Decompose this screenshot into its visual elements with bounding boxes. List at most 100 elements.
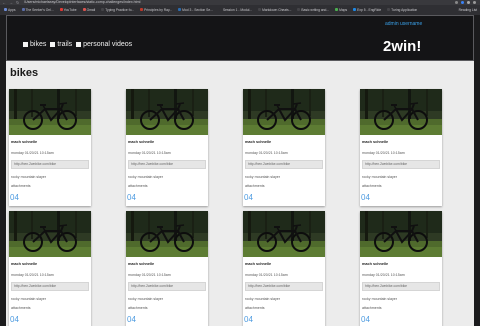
bookmark-icon [140,8,144,11]
card-link-field[interactable]: http://ben.2wnbike.com/bike [128,282,206,291]
card-number[interactable]: 04 [10,193,19,202]
card-title: mach schnelle [128,140,155,144]
card-number[interactable]: 04 [127,193,136,202]
bookmark-item[interactable]: Apps [4,8,16,12]
card-location: rocky mountain slayer [362,175,397,179]
bike-photo[interactable] [360,211,442,257]
card-number[interactable]: 04 [361,315,370,324]
card-title: mach schnelle [362,140,389,144]
bookmark-icon [21,8,25,11]
section-title: bikes [10,67,39,79]
bookmark-label: Maps [339,7,348,12]
bike-card[interactable]: mach schnelle monday 01/20/21 10:15am ht… [243,89,325,206]
bookmark-icon [59,8,63,11]
bookmark-item[interactable]: YouTube [59,8,77,12]
bookmark-item[interactable]: Basic writing and... [297,8,329,12]
card-title: mach schnelle [11,140,38,144]
card-link-field[interactable]: http://ben.2wnbike.com/bike [11,282,89,291]
card-attachments[interactable]: attachments [11,306,31,310]
profile-icon[interactable] [467,1,470,4]
bike-card[interactable]: mach schnelle monday 01/20/21 10:15am ht… [9,211,91,326]
nav-item-trails[interactable]: trails [50,41,72,48]
bookmark-item[interactable]: Mod 3 - Section Se... [178,8,213,12]
bookmark-item[interactable]: Session 1 - Modul... [218,8,252,12]
bike-card[interactable]: mach schnelle monday 01/20/21 10:15am ht… [126,89,208,206]
card-date: monday 01/20/21 10:15am [128,151,171,155]
account-link[interactable]: admin username [385,21,422,27]
card-attachments[interactable]: attachments [245,184,265,188]
bookmark-item[interactable]: Maps [335,8,347,12]
bike-photo[interactable] [9,211,91,257]
nav-label: trails [57,41,73,48]
bookmark-icon [4,8,7,11]
card-attachments[interactable]: attachments [11,184,31,188]
card-link-field[interactable]: http://ben.2wnbike.com/bike [11,160,89,169]
card-link-field[interactable]: http://ben.2wnbike.com/bike [362,282,440,291]
card-attachments[interactable]: attachments [245,306,265,310]
extension-icon[interactable] [461,1,464,4]
bike-photo[interactable] [126,89,208,135]
bookmarks-bar: Apps The Seeker's Onl... YouTube Gmail Typin… [0,6,480,13]
card-number[interactable]: 04 [244,193,253,202]
card-attachments[interactable]: attachments [128,184,148,188]
page: bikes trails personal videos admin usern… [6,15,474,326]
bookmark-label: Exp 5 - EngRide [357,7,382,12]
bookmark-item[interactable]: Gmail [82,8,95,12]
reload-icon[interactable]: ↻ [16,0,19,5]
card-link-field[interactable]: http://ben.2wnbike.com/bike [245,160,323,169]
card-date: monday 01/20/21 10:15am [11,273,54,277]
card-number[interactable]: 04 [361,193,370,202]
card-title: mach schnelle [11,262,38,266]
extension-icon[interactable] [455,1,458,4]
back-icon[interactable]: ← [2,0,6,5]
card-link-field[interactable]: http://ben.2wnbike.com/bike [362,160,440,169]
card-link-field[interactable]: http://ben.2wnbike.com/bike [245,282,323,291]
card-number[interactable]: 04 [244,315,253,324]
forward-icon[interactable]: → [9,0,13,5]
card-title: mach schnelle [245,140,272,144]
bookmark-label: Basic writing and... [301,7,330,12]
bike-photo[interactable] [243,89,325,135]
bookmark-label: The Seeker's Onl... [25,7,54,12]
card-attachments[interactable]: attachments [128,306,148,310]
bookmark-item[interactable]: The Seeker's Onl... [21,7,54,12]
extension-icons [455,0,476,5]
card-number[interactable]: 04 [10,315,19,324]
scrollbar[interactable] [474,15,480,326]
site-logo[interactable]: 2win! [383,38,421,55]
reading-list-button[interactable]: Reading List [459,6,477,13]
card-date: monday 01/20/21 10:15am [245,273,288,277]
address-bar: ← → ↻ /Users/michaelseay/DevelopInterfac… [0,0,480,5]
bike-card[interactable]: mach schnelle monday 01/20/21 10:15am ht… [360,89,442,206]
bookmark-label: Markdown Cheats... [262,7,292,12]
card-location: rocky mountain slayer [362,297,397,301]
bookmark-icon [335,8,339,11]
bookmark-icon [178,8,182,11]
bike-photo[interactable] [126,211,208,257]
card-number[interactable]: 04 [127,315,136,324]
nav-item-personal-videos[interactable]: personal videos [76,41,132,48]
bookmark-label: Mod 3 - Section Se... [182,7,213,12]
bookmark-item[interactable]: Typing Practice fo... [101,8,134,12]
bookmark-label: Typing Practice fo... [105,7,135,12]
menu-icon[interactable] [473,1,476,4]
url-field[interactable]: /Users/michaelseay/DevelopInterfaces/sta… [24,0,434,5]
bike-photo[interactable] [360,89,442,135]
bookmark-icon [258,8,262,11]
bookmark-item[interactable]: Exp 5 - EngRide [353,8,381,12]
bookmark-item[interactable]: Markdown Cheats... [258,8,291,12]
bike-photo[interactable] [243,211,325,257]
bike-card[interactable]: mach schnelle monday 01/20/21 10:15am ht… [126,211,208,326]
bookmark-item[interactable]: Principles by Ray... [140,8,172,12]
card-link-field[interactable]: http://ben.2wnbike.com/bike [128,160,206,169]
card-attachments[interactable]: attachments [362,306,382,310]
bookmark-item[interactable]: Turing Application [387,8,417,12]
card-title: mach schnelle [128,262,155,266]
card-attachments[interactable]: attachments [362,184,382,188]
nav-item-bikes[interactable]: bikes [23,41,46,48]
bike-card[interactable]: mach schnelle monday 01/20/21 10:15am ht… [9,89,91,206]
bike-card[interactable]: mach schnelle monday 01/20/21 10:15am ht… [243,211,325,326]
bike-photo[interactable] [9,89,91,135]
bike-card[interactable]: mach schnelle monday 01/20/21 10:15am ht… [360,211,442,326]
card-date: monday 01/20/21 10:15am [11,151,54,155]
